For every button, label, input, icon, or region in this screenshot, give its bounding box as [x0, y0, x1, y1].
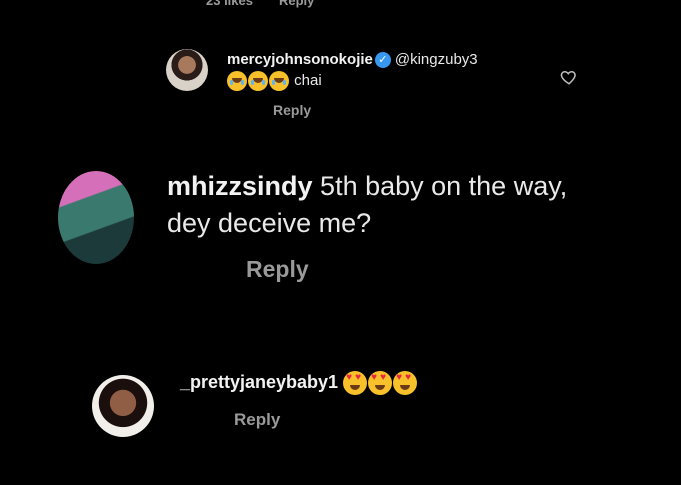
avatar[interactable] [58, 171, 134, 264]
verified-badge-icon: ✓ [374, 52, 391, 69]
avatar[interactable] [92, 375, 154, 437]
like-heart-icon[interactable] [560, 68, 578, 86]
comment-text: 5th baby on the way, [320, 171, 568, 201]
heart-eyes-emoji-icon [343, 371, 368, 395]
comment-username[interactable]: mercyjohnsonokojie [227, 51, 373, 68]
heart-eyes-emoji-icon [368, 371, 393, 395]
comment-username[interactable]: mhizzsindy [167, 171, 313, 201]
comment-username[interactable]: _prettyjaneybaby1 [180, 372, 338, 392]
reply-button[interactable]: Reply [273, 102, 311, 118]
comment-text-line2: dey deceive me? [167, 208, 372, 238]
heart-eyes-emoji-icon [393, 371, 418, 395]
laughing-emoji-icon [269, 71, 289, 91]
reply-link[interactable]: Reply [279, 0, 314, 8]
reply-button[interactable]: Reply [234, 410, 280, 430]
reply-button[interactable]: Reply [246, 256, 309, 283]
likes-count[interactable]: 23 likes [206, 0, 253, 8]
mention-link[interactable]: @kingzuby3 [395, 51, 478, 68]
laughing-emoji-icon [248, 71, 268, 91]
avatar[interactable] [166, 49, 208, 91]
comment-text: chai [294, 71, 322, 89]
previous-comment-meta: 23 likes Reply [206, 0, 314, 8]
laughing-emoji-icon [227, 71, 247, 91]
